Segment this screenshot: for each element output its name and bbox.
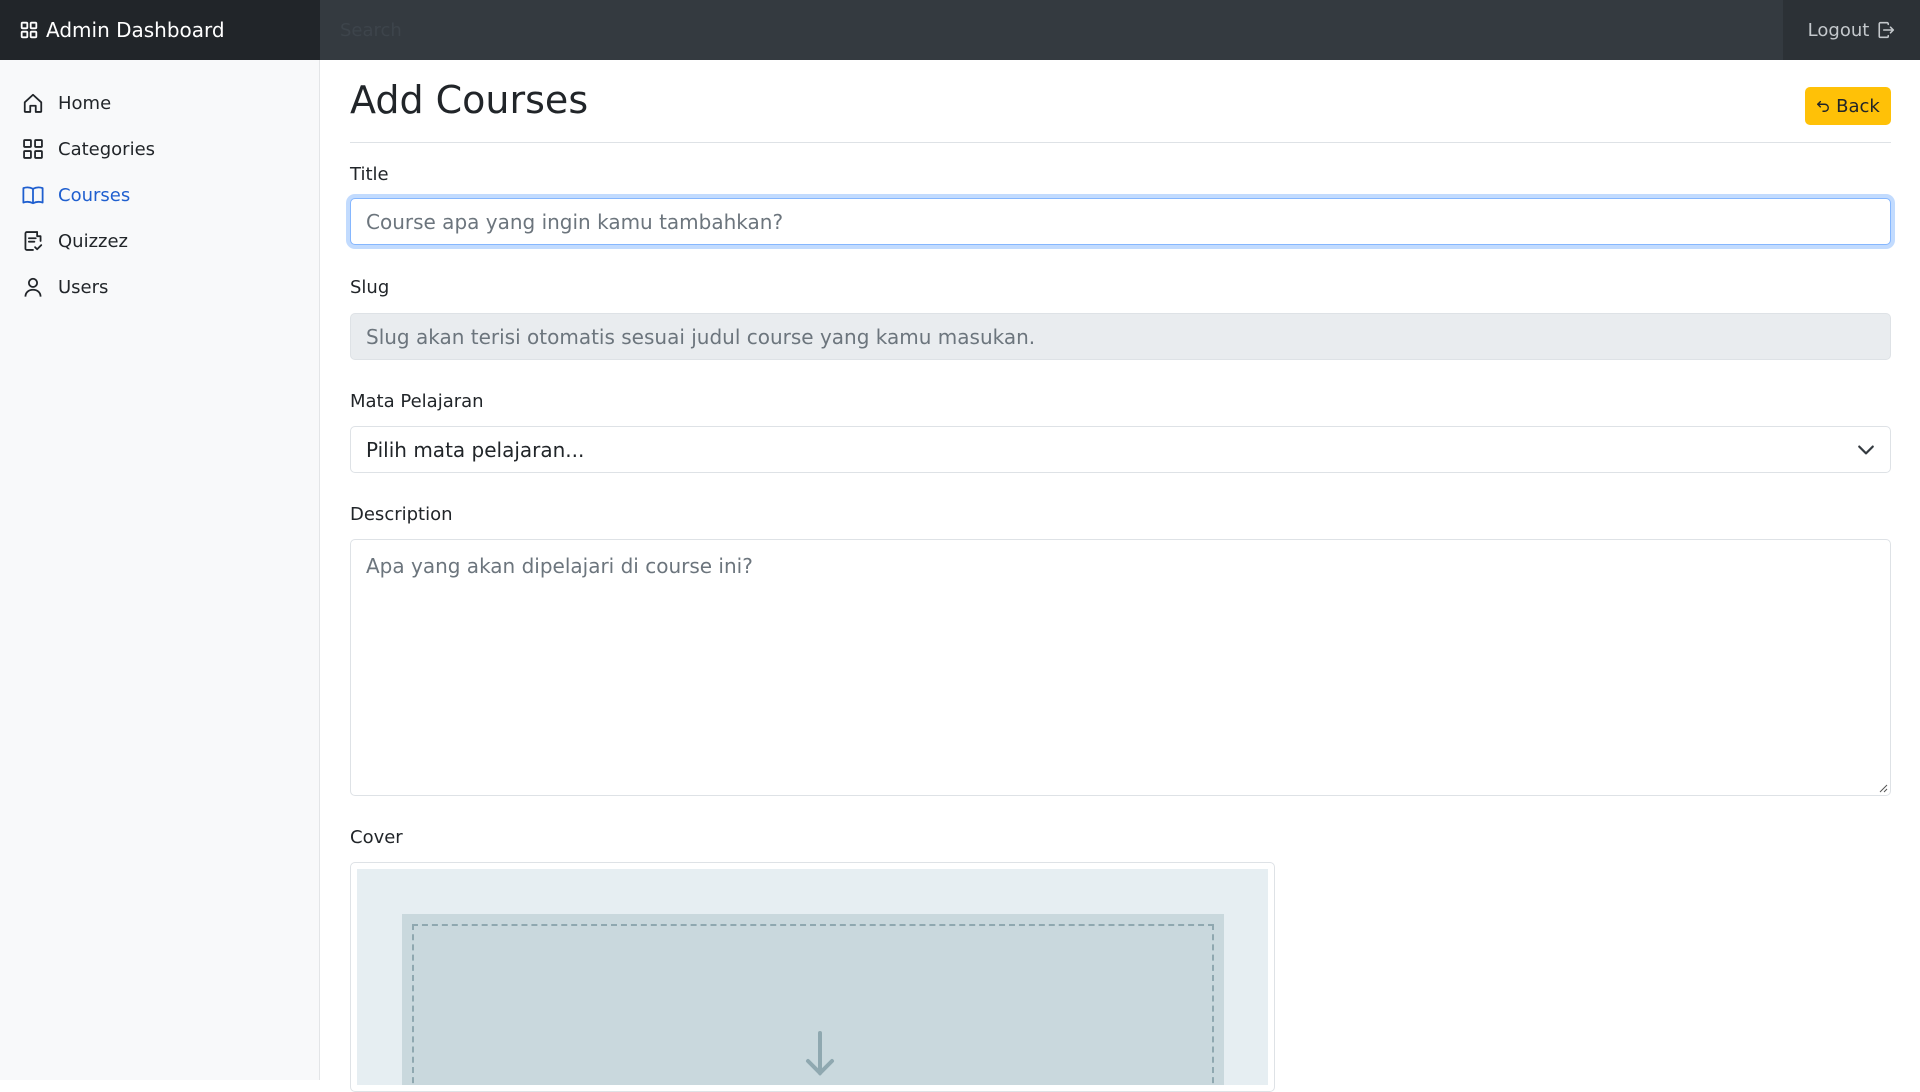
- slug-field: Slug akan terisi otomatis sesuai judul c…: [350, 313, 1891, 360]
- grid-icon: [20, 21, 38, 39]
- description-label: Description: [350, 504, 453, 525]
- sidebar-item-users[interactable]: Users: [0, 264, 319, 310]
- description-placeholder: Apa yang akan dipelajari di course ini?: [366, 554, 753, 578]
- logout-icon: [1878, 21, 1895, 39]
- upload-icon: [806, 1031, 834, 1076]
- arrow-return-left-icon: [1817, 100, 1830, 112]
- house-icon: [23, 93, 43, 113]
- sidebar-item-home[interactable]: Home: [0, 80, 319, 126]
- cover-preview: [357, 869, 1268, 1085]
- grid-icon: [23, 139, 43, 159]
- logout-label: Logout: [1807, 19, 1870, 41]
- clipboard-check-icon: [24, 231, 43, 251]
- sidebar-item-quizzez[interactable]: Quizzez: [0, 218, 319, 264]
- description-textarea[interactable]: Apa yang akan dipelajari di course ini?: [350, 539, 1891, 796]
- book-icon: [22, 186, 44, 205]
- title-label: Title: [350, 164, 389, 185]
- sidebar-item-courses[interactable]: Courses: [0, 172, 319, 218]
- sidebar-item-label: Categories: [58, 138, 156, 160]
- sidebar: Home Categories Courses Quizzez Users: [0, 60, 320, 1080]
- person-icon: [24, 277, 42, 297]
- sidebar-item-label: Quizzez: [58, 230, 128, 252]
- sidebar-item-label: Courses: [58, 184, 131, 206]
- sidebar-item-label: Home: [58, 92, 112, 114]
- page-header: Add Courses Back: [350, 60, 1891, 143]
- top-navbar: Admin Dashboard Logout: [0, 0, 1920, 60]
- subject-select[interactable]: Pilih mata pelajaran...: [350, 426, 1891, 473]
- slug-label: Slug: [350, 277, 390, 298]
- slug-placeholder: Slug akan terisi otomatis sesuai judul c…: [366, 324, 1036, 349]
- back-label: Back: [1836, 95, 1880, 117]
- brand[interactable]: Admin Dashboard: [0, 0, 320, 60]
- resize-handle-icon[interactable]: [1878, 783, 1888, 793]
- cover-upload[interactable]: [350, 862, 1275, 1092]
- search-input[interactable]: [320, 0, 1783, 60]
- sidebar-item-categories[interactable]: Categories: [0, 126, 319, 172]
- cover-placeholder-image: [402, 914, 1224, 1085]
- main-content: Add Courses Back Title Slug Slug akan te…: [350, 60, 1891, 1092]
- page-title: Add Courses: [350, 78, 589, 122]
- sidebar-item-label: Users: [58, 276, 109, 298]
- brand-label: Admin Dashboard: [46, 18, 225, 42]
- title-input[interactable]: [350, 198, 1891, 245]
- chevron-down-icon: [1858, 445, 1874, 454]
- cover-label: Cover: [350, 827, 403, 848]
- subject-label: Mata Pelajaran: [350, 391, 484, 412]
- subject-selected-value: Pilih mata pelajaran...: [366, 437, 585, 462]
- back-button[interactable]: Back: [1805, 87, 1891, 125]
- logout-button[interactable]: Logout: [1783, 0, 1920, 60]
